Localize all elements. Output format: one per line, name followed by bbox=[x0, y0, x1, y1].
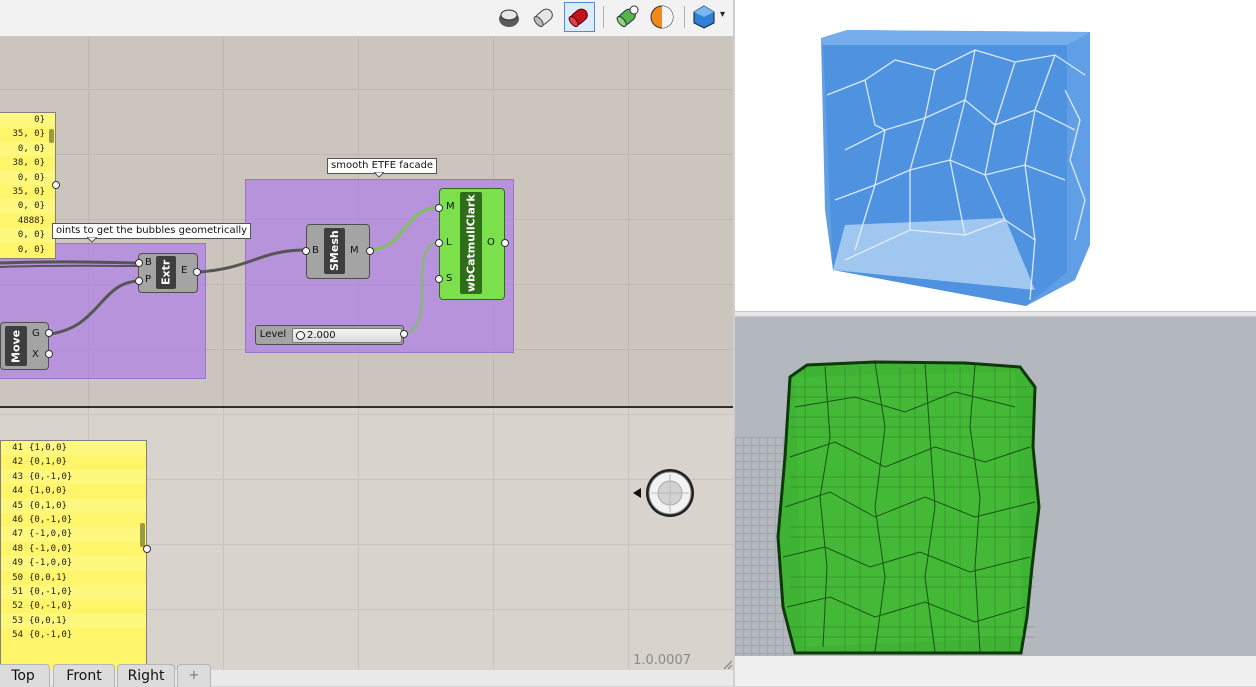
smesh-label: SMesh bbox=[324, 228, 345, 274]
panel-row: 41 {1,0,0} bbox=[1, 441, 146, 456]
panel-row: 0} bbox=[0, 113, 55, 128]
panel-row: 4888} bbox=[17, 215, 45, 226]
toolbar-separator bbox=[603, 6, 604, 28]
level-slider-track[interactable]: 2.000 bbox=[292, 328, 402, 343]
panel-row: 50 {0,0,1} bbox=[12, 572, 67, 583]
move-grip-out[interactable] bbox=[45, 350, 53, 358]
extrude-input-b: B bbox=[145, 257, 152, 268]
smesh-component[interactable]: B SMesh M bbox=[306, 224, 370, 279]
panel-row: 35, 0} bbox=[12, 186, 45, 197]
group-left-label: oints to get the bubbles geometrically bbox=[52, 223, 252, 239]
add-tab-button[interactable]: + bbox=[177, 664, 211, 687]
viewport-tabs: Top Front Right + bbox=[0, 664, 733, 687]
extrude-output-e: E bbox=[181, 265, 188, 276]
panel-row: 44 {1,0,0} bbox=[12, 486, 67, 497]
canvas-toolbar: ▾ bbox=[0, 0, 733, 37]
move-output-x: X bbox=[32, 349, 39, 360]
extrude-input-p: P bbox=[145, 274, 152, 285]
subdivided-mesh-render bbox=[776, 360, 1041, 655]
preview-selected-icon[interactable] bbox=[564, 2, 595, 32]
move-output-g: G bbox=[32, 328, 40, 339]
version-label: 1.0.0007 bbox=[633, 653, 691, 668]
panel-output-grip[interactable] bbox=[52, 181, 60, 189]
data-panel-upper[interactable]: 0} 35, 0} 0, 0} 38, 0} 0, 0} 35, 0} 0, 0… bbox=[0, 112, 56, 259]
level-slider-value: 2.000 bbox=[307, 330, 336, 341]
display-mode-icon[interactable] bbox=[689, 2, 720, 32]
display-mode-dropdown-icon[interactable]: ▾ bbox=[720, 9, 725, 20]
panel-row: 52 {0,-1,0} bbox=[12, 601, 73, 612]
level-slider-grip-out[interactable] bbox=[400, 330, 408, 338]
catmull-grip-out[interactable] bbox=[501, 239, 509, 247]
catmull-grip-in[interactable] bbox=[435, 239, 443, 247]
extrude-label: Extr bbox=[156, 256, 176, 289]
extrude-grip-in[interactable] bbox=[135, 277, 143, 285]
panel-scrollbar[interactable] bbox=[140, 523, 145, 547]
level-slider-label: Level bbox=[259, 329, 287, 340]
viewport-status-strip bbox=[735, 656, 1256, 686]
level-slider-knob[interactable] bbox=[296, 331, 305, 340]
smesh-input-b: B bbox=[312, 245, 319, 256]
bake-icon[interactable] bbox=[612, 2, 643, 32]
panel-row: 48 {-1,0,0} bbox=[12, 543, 73, 554]
move-component[interactable]: Move G X bbox=[0, 322, 49, 370]
preview-shaded-icon[interactable] bbox=[529, 2, 560, 32]
smesh-grip-out[interactable] bbox=[366, 247, 374, 255]
material-icon[interactable] bbox=[647, 2, 678, 32]
viewport-perspective-bottom[interactable] bbox=[735, 317, 1256, 656]
panel-output-grip[interactable] bbox=[143, 545, 151, 553]
preview-wireframe-icon[interactable] bbox=[494, 2, 525, 32]
panel-scrollbar[interactable] bbox=[49, 129, 54, 143]
catmull-output-o: O bbox=[487, 237, 495, 248]
panel-row: 0, 0} bbox=[0, 170, 55, 185]
catmull-input-m: M bbox=[446, 201, 455, 212]
tab-top[interactable]: Top bbox=[0, 664, 50, 687]
panel-row: 0, 0} bbox=[0, 141, 55, 157]
panel-row: 35, 0} bbox=[12, 129, 45, 140]
catmull-grip-in[interactable] bbox=[435, 204, 443, 212]
panel-row: 43 {0,-1,0} bbox=[1, 469, 146, 485]
resize-grip-icon[interactable] bbox=[723, 660, 733, 670]
extrude-grip-out[interactable] bbox=[193, 268, 201, 276]
panel-row: 49 {-1,0,0} bbox=[1, 556, 146, 571]
tooltip-pointer bbox=[87, 237, 97, 243]
catmull-clark-label: wbCatmullClark bbox=[460, 192, 482, 294]
data-panel-lower[interactable]: 41 {1,0,0} 42 {0,1,0} 43 {0,-1,0} 44 {1,0,0}… bbox=[0, 440, 147, 670]
move-label: Move bbox=[5, 326, 27, 366]
canvas-navigation-widget[interactable] bbox=[632, 467, 700, 523]
panel-row: 53 {0,0,1} bbox=[1, 613, 146, 629]
panel-row: 0, 0} bbox=[0, 228, 55, 243]
catmull-grip-in[interactable] bbox=[435, 275, 443, 283]
catmull-clark-component[interactable]: M L S wbCatmullClark O bbox=[439, 188, 505, 300]
panel-row: 0, 0} bbox=[0, 199, 55, 214]
viewport-perspective-top[interactable] bbox=[735, 0, 1256, 311]
grasshopper-canvas[interactable]: 0} 35, 0} 0, 0} 38, 0} 0, 0} 35, 0} 0, 0… bbox=[0, 37, 733, 670]
tab-front[interactable]: Front bbox=[53, 664, 115, 687]
tooltip-pointer bbox=[374, 172, 384, 178]
panel-row: 45 {0,1,0} bbox=[1, 498, 146, 513]
panel-row: 42 {0,1,0} bbox=[12, 457, 67, 468]
extrude-grip-in[interactable] bbox=[135, 259, 143, 267]
panel-row: 54 {0,-1,0} bbox=[12, 630, 73, 641]
panel-row: 46 {0,-1,0} bbox=[12, 514, 73, 525]
catmull-input-l: L bbox=[446, 237, 452, 248]
toolbar-separator bbox=[684, 6, 685, 28]
tab-right[interactable]: Right bbox=[117, 664, 175, 687]
panel-row: 47 {-1,0,0} bbox=[1, 527, 146, 542]
catmull-input-s: S bbox=[446, 273, 453, 284]
extrude-component[interactable]: B P Extr E bbox=[138, 253, 198, 293]
panel-row: 51 {0,-1,0} bbox=[1, 584, 146, 600]
smesh-grip-in[interactable] bbox=[302, 247, 310, 255]
panel-row: 38, 0} bbox=[12, 158, 45, 169]
panel-row: 0, 0} bbox=[17, 244, 45, 255]
move-grip-out[interactable] bbox=[45, 329, 53, 337]
level-slider[interactable]: Level 2.000 bbox=[255, 325, 404, 345]
smesh-output-m: M bbox=[350, 245, 359, 256]
etfe-facade-render bbox=[821, 30, 1090, 306]
